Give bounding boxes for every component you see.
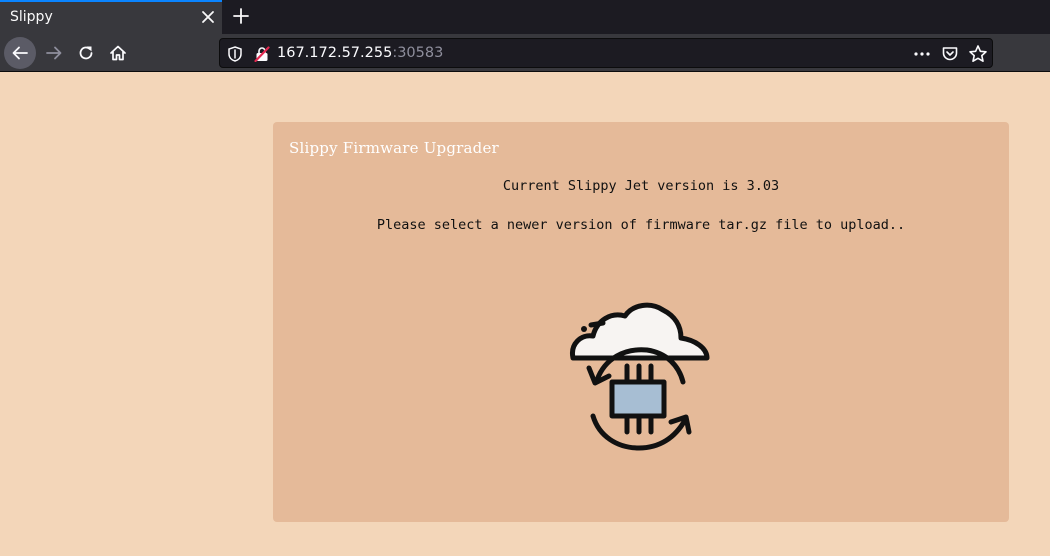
star-icon[interactable] bbox=[968, 44, 988, 64]
back-button[interactable] bbox=[4, 37, 36, 69]
current-version-text: Current Slippy Jet version is 3.03 bbox=[502, 178, 780, 194]
tracking-shield-icon[interactable] bbox=[228, 46, 242, 62]
reload-button[interactable] bbox=[70, 37, 102, 69]
new-tab-plus-icon[interactable] bbox=[231, 6, 251, 26]
page-viewport: Slippy Firmware Upgrader Current Slippy … bbox=[0, 73, 1050, 556]
browser-tab[interactable]: Slippy bbox=[0, 0, 222, 34]
forward-button[interactable] bbox=[38, 37, 70, 69]
cloud-firmware-upload-icon[interactable] bbox=[567, 298, 713, 456]
card-title: Slippy Firmware Upgrader bbox=[289, 139, 499, 157]
home-icon bbox=[110, 45, 126, 61]
url-port: :30583 bbox=[392, 45, 444, 61]
nav-toolbar: 167.172.57.255:30583 bbox=[0, 34, 1050, 72]
url-text[interactable]: 167.172.57.255:30583 bbox=[277, 45, 443, 61]
home-button[interactable] bbox=[102, 37, 134, 69]
tab-strip: Slippy bbox=[0, 0, 1050, 34]
arrow-right-icon bbox=[46, 46, 62, 60]
address-bar[interactable]: 167.172.57.255:30583 bbox=[219, 38, 993, 68]
more-dots-icon[interactable] bbox=[913, 46, 931, 62]
pocket-icon[interactable] bbox=[941, 45, 959, 63]
insecure-lock-icon[interactable] bbox=[254, 46, 270, 62]
upgrader-card: Slippy Firmware Upgrader Current Slippy … bbox=[273, 122, 1009, 522]
arrow-left-icon bbox=[12, 46, 28, 60]
tab-title: Slippy bbox=[10, 9, 53, 25]
url-host: 167.172.57.255 bbox=[277, 45, 393, 61]
reload-icon bbox=[79, 46, 93, 60]
close-icon[interactable] bbox=[199, 8, 217, 26]
upload-instruction-text: Please select a newer version of firmwar… bbox=[376, 217, 906, 233]
